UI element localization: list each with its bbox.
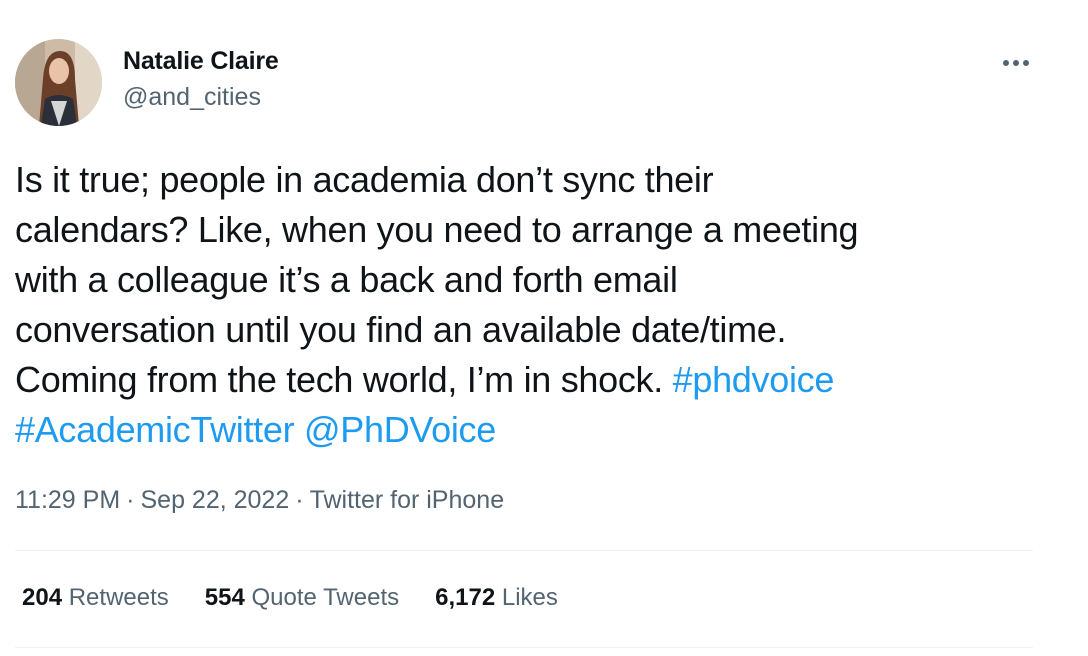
mention-phdvoice-link[interactable]: @PhDVoice xyxy=(304,409,496,450)
likes-stat[interactable]: 6,172 Likes xyxy=(435,584,558,612)
retweets-count: 204 xyxy=(22,584,63,611)
hashtag-academictwitter-link[interactable]: #AcademicTwitter xyxy=(15,409,295,450)
more-options-button[interactable] xyxy=(996,48,1036,78)
tweet-line: with a colleague it’s a back and forth e… xyxy=(15,259,678,300)
tweet-date[interactable]: Sep 22, 2022 xyxy=(140,486,289,514)
tweet-line: Is it true; people in academia don’t syn… xyxy=(15,159,714,200)
tweet-card: Natalie Claire @and_cities Is it true; p… xyxy=(0,0,1088,656)
tweet-meta: 11:29 PM · Sep 22, 2022 · Twitter for iPhone xyxy=(15,486,504,515)
tweet-source[interactable]: Twitter for iPhone xyxy=(310,486,505,514)
more-horizontal-icon xyxy=(1003,60,1029,66)
retweets-label: Retweets xyxy=(68,584,169,611)
hashtag-phdvoice-link[interactable]: #phdvoice xyxy=(673,359,835,400)
retweets-stat[interactable]: 204 Retweets xyxy=(22,584,169,612)
quote-tweets-count: 554 xyxy=(204,584,245,611)
tweet-line-text: Coming from the tech world, I’m in shock… xyxy=(15,359,673,400)
author-name[interactable]: Natalie Claire xyxy=(123,47,279,76)
tweet-text: Is it true; people in academia don’t syn… xyxy=(15,155,1025,455)
meta-separator: · xyxy=(126,486,135,514)
likes-label: Likes xyxy=(501,584,558,611)
tweet-line: calendars? Like, when you need to arrang… xyxy=(15,209,859,250)
likes-count: 6,172 xyxy=(435,584,496,611)
tweet-time[interactable]: 11:29 PM xyxy=(15,486,120,514)
meta-separator: · xyxy=(295,486,304,514)
author-handle[interactable]: @and_cities xyxy=(123,83,261,112)
divider xyxy=(15,550,1033,551)
quote-tweets-label: Quote Tweets xyxy=(251,584,400,611)
avatar-image xyxy=(15,39,102,126)
quote-tweets-stat[interactable]: 554 Quote Tweets xyxy=(205,584,399,612)
tweet-stats: 204 Retweets 554 Quote Tweets 6,172 Like… xyxy=(22,584,558,612)
avatar[interactable] xyxy=(15,39,102,126)
tweet-line: conversation until you find an available… xyxy=(15,309,787,350)
tweet-line-with-hashtag: Coming from the tech world, I’m in shock… xyxy=(15,355,1025,405)
divider xyxy=(15,647,1033,648)
tweet-line-links: #AcademicTwitter @PhDVoice xyxy=(15,405,1025,455)
